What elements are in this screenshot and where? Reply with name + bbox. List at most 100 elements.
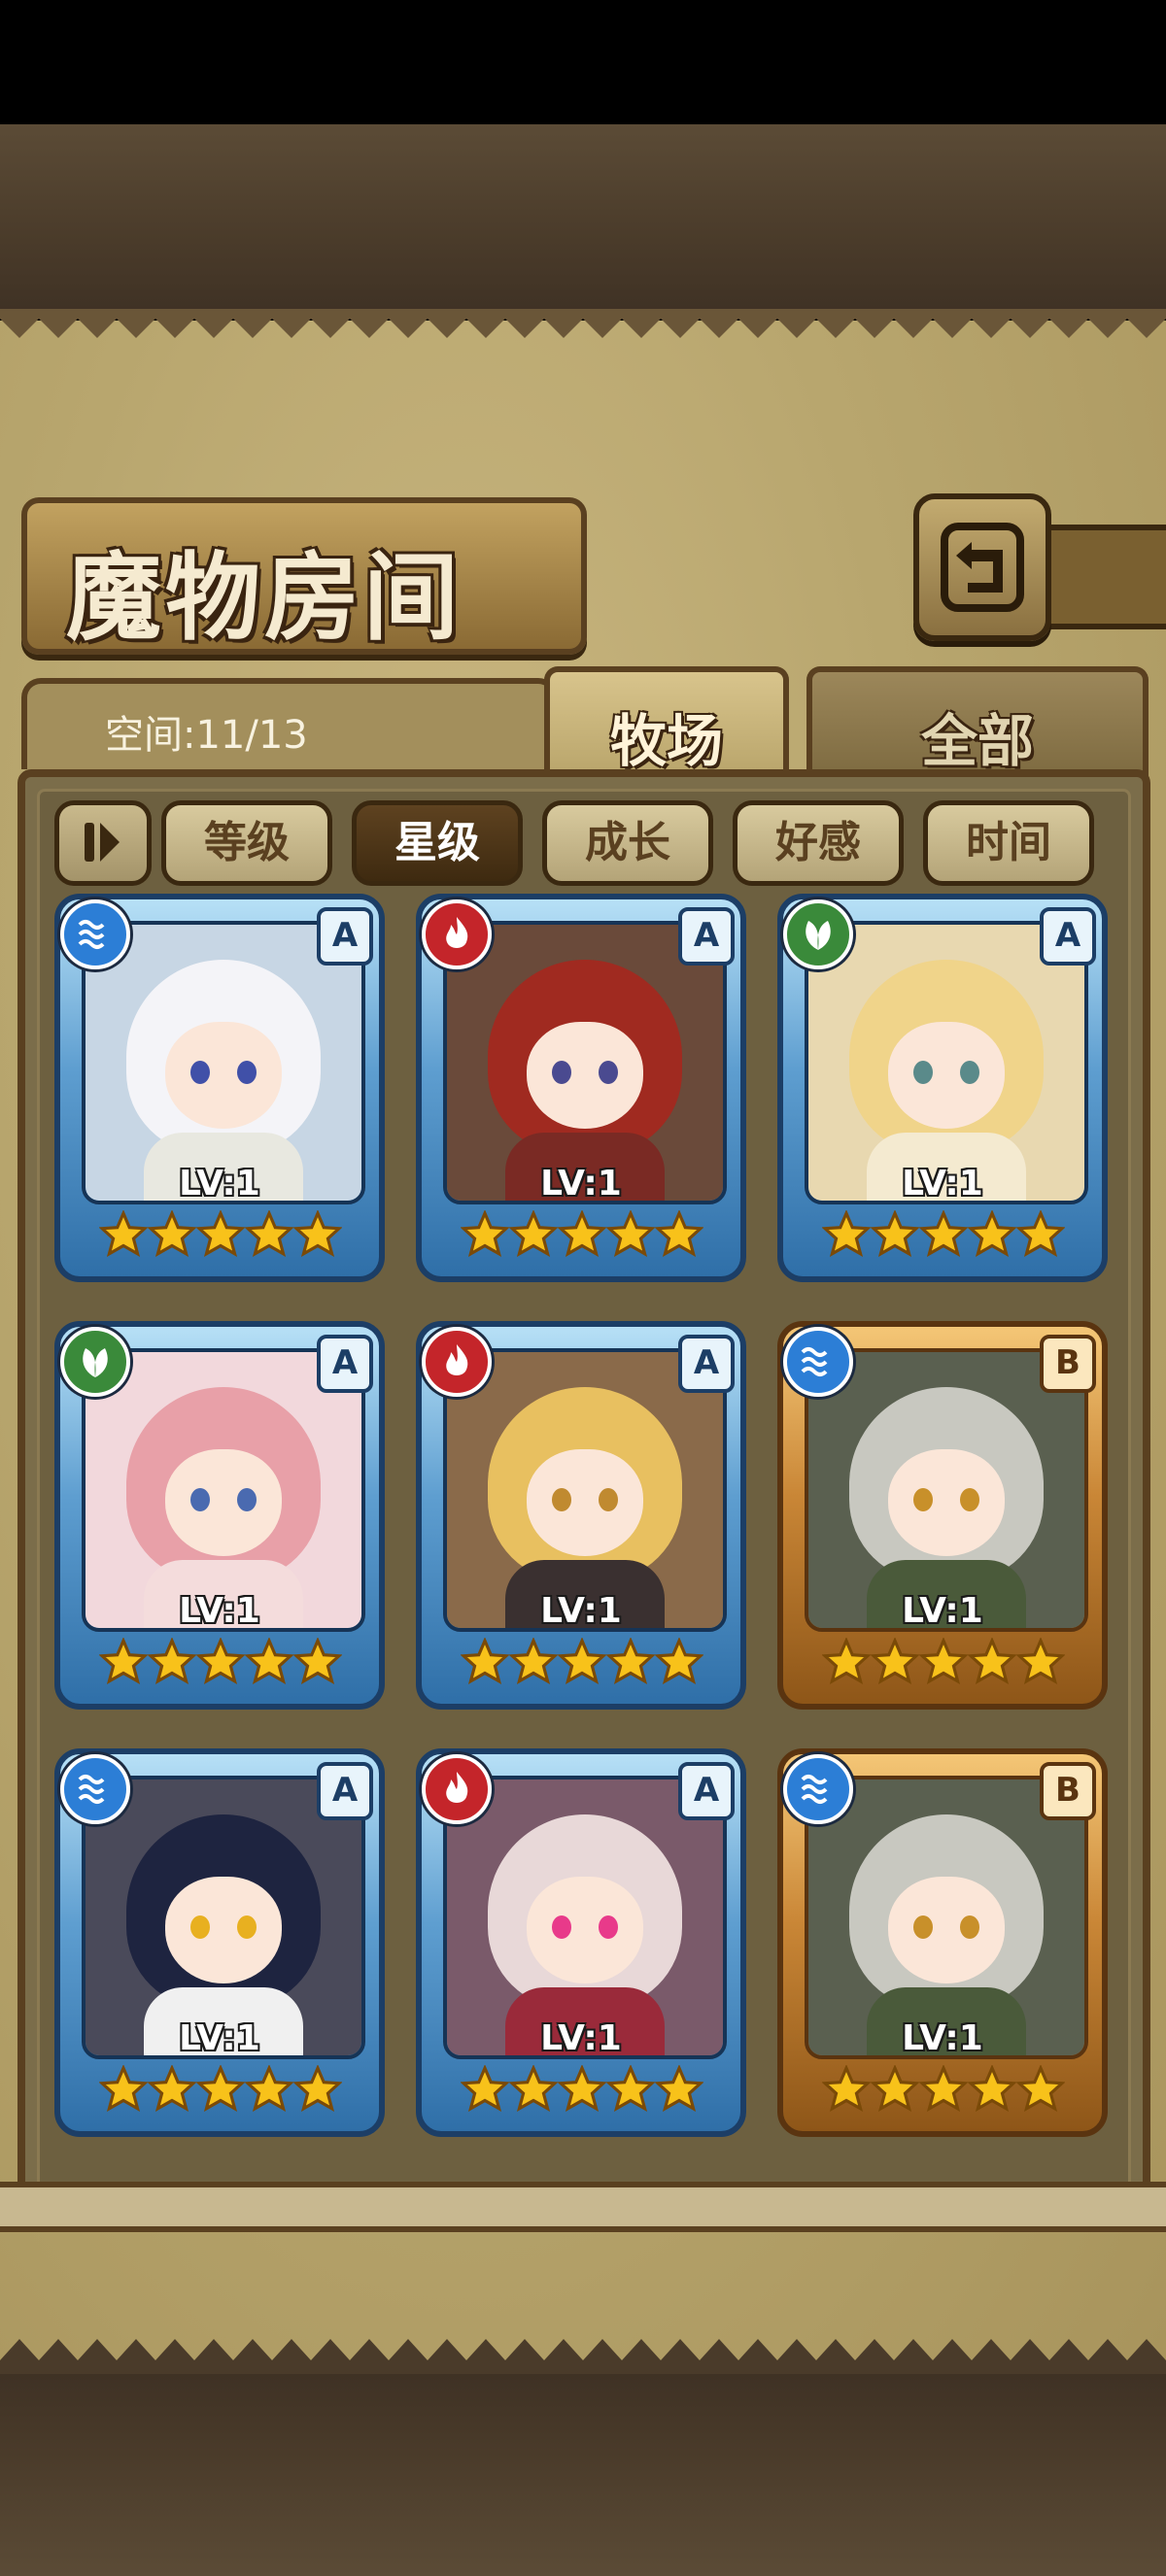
star-icon bbox=[968, 1638, 1016, 1685]
star-icon bbox=[461, 2065, 509, 2113]
star-icon bbox=[606, 1210, 655, 1258]
level-label: LV:1 bbox=[540, 1591, 622, 1631]
star-icon bbox=[968, 2065, 1016, 2113]
water-element-icon bbox=[783, 1754, 853, 1824]
zigzag-border-bottom bbox=[0, 2339, 1166, 2374]
star-rating bbox=[822, 2061, 1065, 2119]
monster-card[interactable]: B LV:1 bbox=[777, 1321, 1108, 1710]
monster-card[interactable]: B LV:1 bbox=[777, 1748, 1108, 2137]
sort-button-level[interactable]: 等级 bbox=[161, 800, 332, 886]
star-icon bbox=[1016, 1210, 1065, 1258]
level-label: LV:1 bbox=[540, 2018, 622, 2058]
level-label: LV:1 bbox=[540, 1164, 622, 1203]
rank-badge: A bbox=[317, 907, 373, 966]
rank-badge: A bbox=[678, 907, 735, 966]
space-counter-tab: 空间:11/13 bbox=[21, 678, 558, 769]
star-icon bbox=[558, 2065, 606, 2113]
star-icon bbox=[919, 1210, 968, 1258]
star-icon bbox=[871, 1638, 919, 1685]
level-label: LV:1 bbox=[902, 1164, 983, 1203]
star-icon bbox=[148, 1638, 196, 1685]
return-arrow-icon bbox=[941, 523, 1024, 612]
back-button[interactable] bbox=[913, 493, 1051, 641]
star-icon bbox=[99, 1638, 148, 1685]
tab-all-label: 全部 bbox=[920, 708, 1034, 774]
rank-badge: A bbox=[1040, 907, 1096, 966]
monster-card[interactable]: A LV:1 bbox=[54, 1321, 385, 1710]
monster-card[interactable]: A LV:1 bbox=[777, 894, 1108, 1282]
star-icon bbox=[871, 2065, 919, 2113]
star-icon bbox=[822, 1638, 871, 1685]
water-element-icon bbox=[60, 1754, 130, 1824]
zigzag-border-top bbox=[0, 309, 1166, 338]
star-icon bbox=[461, 1210, 509, 1258]
tab-farm[interactable]: 牧场 bbox=[544, 666, 789, 779]
rank-badge: A bbox=[678, 1762, 735, 1820]
star-icon bbox=[655, 1638, 703, 1685]
star-icon bbox=[99, 2065, 148, 2113]
star-icon bbox=[919, 2065, 968, 2113]
level-label: LV:1 bbox=[902, 1591, 983, 1631]
back-button-strip bbox=[1042, 525, 1166, 629]
star-icon bbox=[606, 1638, 655, 1685]
star-icon bbox=[919, 1638, 968, 1685]
sort-button-time[interactable]: 时间 bbox=[923, 800, 1094, 886]
star-rating bbox=[822, 1206, 1065, 1265]
star-icon bbox=[655, 1210, 703, 1258]
sort-order-icon bbox=[85, 823, 120, 862]
water-element-icon bbox=[783, 1327, 853, 1397]
star-rating bbox=[99, 2061, 342, 2119]
star-icon bbox=[245, 2065, 293, 2113]
nature-element-icon bbox=[783, 899, 853, 969]
star-icon bbox=[558, 1638, 606, 1685]
monster-card[interactable]: A LV:1 bbox=[54, 894, 385, 1282]
star-icon bbox=[822, 2065, 871, 2113]
rank-badge: A bbox=[317, 1762, 373, 1820]
star-rating bbox=[461, 1206, 703, 1265]
space-counter: 空间:11/13 bbox=[105, 713, 308, 758]
tab-farm-label: 牧场 bbox=[609, 708, 723, 774]
level-label: LV:1 bbox=[179, 2018, 260, 2058]
star-rating bbox=[822, 1634, 1065, 1692]
sort-button-affection[interactable]: 好感 bbox=[733, 800, 904, 886]
monster-card[interactable]: A LV:1 bbox=[416, 1748, 746, 2137]
star-icon bbox=[1016, 1638, 1065, 1685]
monster-card[interactable]: A LV:1 bbox=[416, 1321, 746, 1710]
title-plate: 魔物房间 bbox=[21, 497, 587, 655]
star-icon bbox=[1016, 2065, 1065, 2113]
star-icon bbox=[99, 1210, 148, 1258]
star-icon bbox=[822, 1210, 871, 1258]
page-title: 魔物房间 bbox=[66, 543, 463, 654]
level-label: LV:1 bbox=[179, 1164, 260, 1203]
sort-button-growth[interactable]: 成长 bbox=[542, 800, 713, 886]
star-icon bbox=[245, 1210, 293, 1258]
status-bar bbox=[0, 0, 1166, 124]
monster-card[interactable]: A LV:1 bbox=[416, 894, 746, 1282]
star-icon bbox=[293, 1210, 342, 1258]
sort-order-toggle[interactable] bbox=[54, 800, 152, 886]
star-icon bbox=[509, 1210, 558, 1258]
star-rating bbox=[461, 1634, 703, 1692]
tab-all[interactable]: 全部 bbox=[806, 666, 1149, 779]
rank-badge: B bbox=[1040, 1762, 1096, 1820]
star-icon bbox=[148, 2065, 196, 2113]
star-rating bbox=[99, 1634, 342, 1692]
star-icon bbox=[558, 1210, 606, 1258]
star-icon bbox=[461, 1638, 509, 1685]
star-icon bbox=[293, 2065, 342, 2113]
star-icon bbox=[196, 1638, 245, 1685]
fire-element-icon bbox=[422, 1327, 492, 1397]
star-icon bbox=[196, 2065, 245, 2113]
star-icon bbox=[871, 1210, 919, 1258]
fire-element-icon bbox=[422, 1754, 492, 1824]
sort-button-star[interactable]: 星级 bbox=[352, 800, 523, 886]
star-icon bbox=[655, 2065, 703, 2113]
star-icon bbox=[606, 2065, 655, 2113]
rank-badge: A bbox=[317, 1335, 373, 1393]
rank-badge: B bbox=[1040, 1335, 1096, 1393]
star-icon bbox=[245, 1638, 293, 1685]
top-map-band bbox=[0, 124, 1166, 319]
level-label: LV:1 bbox=[179, 1591, 260, 1631]
monster-card[interactable]: A LV:1 bbox=[54, 1748, 385, 2137]
star-icon bbox=[509, 1638, 558, 1685]
